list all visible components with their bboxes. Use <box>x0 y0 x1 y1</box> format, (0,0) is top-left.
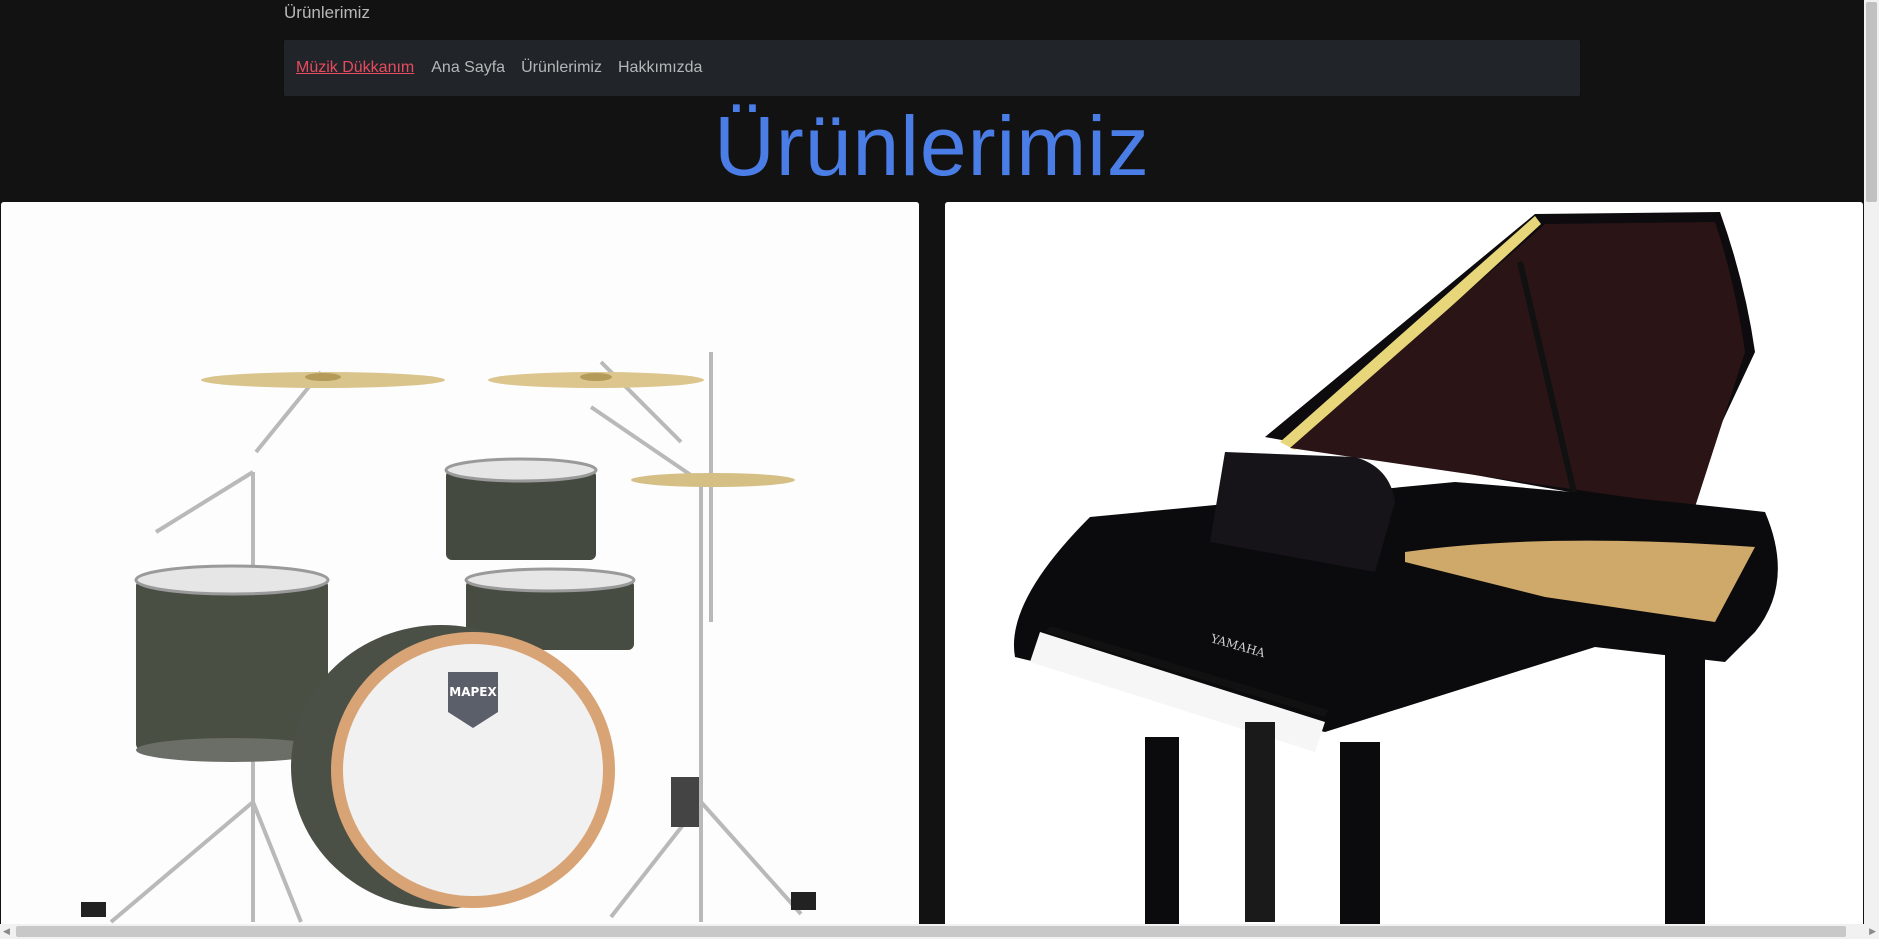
drum-kit-image: MAPEX <box>1 202 919 924</box>
vertical-scrollbar-thumb[interactable] <box>1866 2 1877 202</box>
page-top-title: Ürünlerimiz <box>284 3 370 22</box>
scroll-right-arrow-icon[interactable]: ▶ <box>1869 926 1876 937</box>
grand-piano-image: YAMAHA <box>945 202 1863 924</box>
scroll-left-arrow-icon[interactable]: ◀ <box>3 926 10 937</box>
horizontal-scrollbar[interactable]: ◀ ▶ <box>0 924 1879 939</box>
page-heading: Ürünlerimiz <box>714 99 1150 193</box>
navbar-brand-link[interactable]: Müzik Dükkanım <box>296 59 414 77</box>
product-card-piano[interactable]: YAMAHA <box>945 202 1863 924</box>
horizontal-scrollbar-thumb[interactable] <box>16 926 1846 937</box>
nav-link-about[interactable]: Hakkımızda <box>618 59 702 77</box>
navbar: Müzik Dükkanım Ana Sayfa Ürünlerimiz Hak… <box>284 40 1580 96</box>
page: Ürünlerimiz Müzik Dükkanım Ana Sayfa Ürü… <box>0 0 1879 939</box>
nav-link-home[interactable]: Ana Sayfa <box>431 59 505 77</box>
nav-link-products[interactable]: Ürünlerimiz <box>521 59 602 77</box>
product-card-drums[interactable]: MAPEX <box>1 202 919 924</box>
mapex-logo: MAPEX <box>449 685 497 699</box>
vertical-scrollbar[interactable] <box>1864 0 1879 924</box>
